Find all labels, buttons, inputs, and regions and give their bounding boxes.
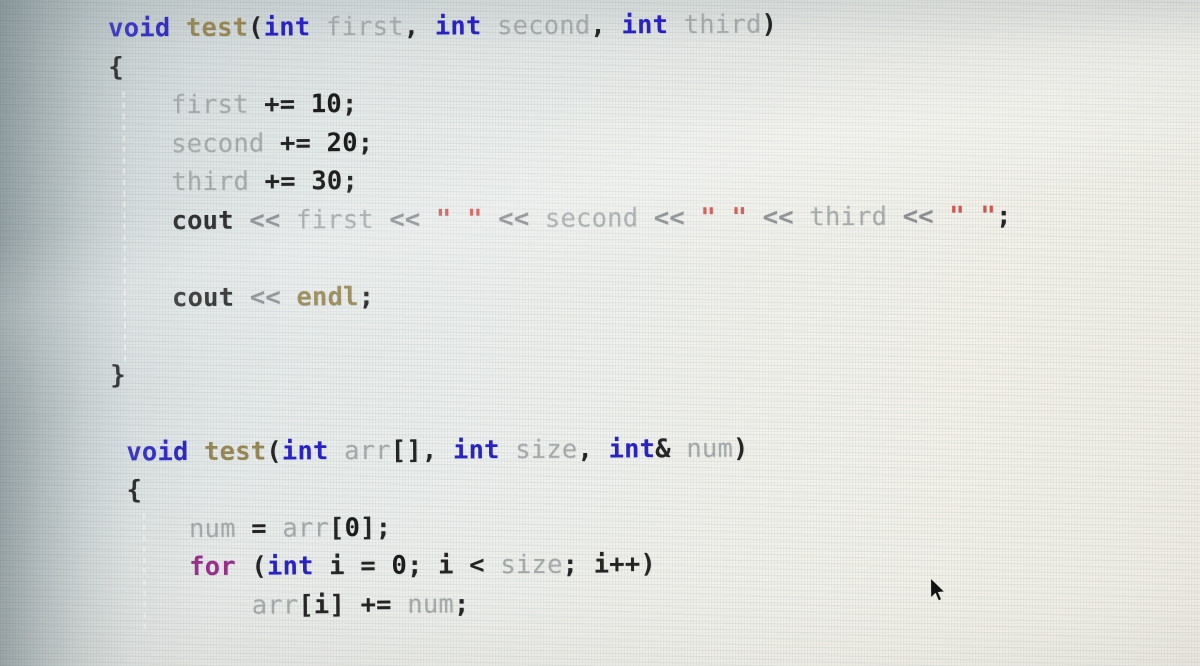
lcd-scanline-texture [0,0,1200,666]
monitor-photo: void test(int first, int second, int thi… [0,0,1200,666]
